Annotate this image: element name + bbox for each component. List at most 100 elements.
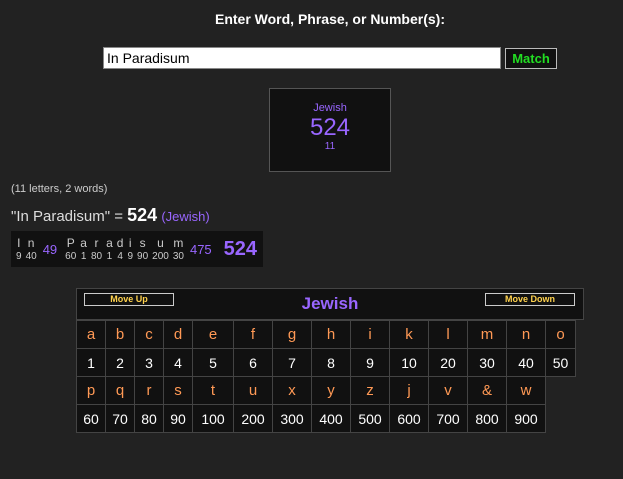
chart-letter: s xyxy=(163,376,193,405)
chart-letter: y xyxy=(311,376,351,405)
letter-value: 200 xyxy=(152,250,169,262)
cipher-chart-header: Move Up Jewish Move Down xyxy=(76,288,584,320)
chart-letter: m xyxy=(467,320,507,349)
letter-char: r xyxy=(94,235,99,250)
cipher-summary-box[interactable]: Jewish 524 11 xyxy=(269,88,391,172)
letter-char: I xyxy=(17,235,21,250)
chart-letter: c xyxy=(134,320,164,349)
chart-value: 40 xyxy=(506,348,546,377)
letter-value: 4 xyxy=(117,250,123,262)
cipher-chart-table: a b c d e f g h i k l m n o 1 2 3 4 5 6 … xyxy=(76,320,576,433)
letter-char: m xyxy=(173,235,184,250)
chart-value: 80 xyxy=(134,404,164,433)
chart-letter: l xyxy=(428,320,468,349)
letter-value: 30 xyxy=(172,250,184,262)
grand-total: 524 xyxy=(223,237,258,260)
letter-value: 1 xyxy=(80,250,87,262)
chart-letter: q xyxy=(105,376,135,405)
letter-char: n xyxy=(27,235,35,250)
chart-letter: i xyxy=(350,320,390,349)
letter-value: 1 xyxy=(106,250,113,262)
chart-letter: r xyxy=(134,376,164,405)
letter-cell: r 80 xyxy=(91,236,102,263)
cipher-total: 524 xyxy=(309,114,351,141)
letter-value: 80 xyxy=(90,250,103,262)
cipher-name: Jewish xyxy=(313,102,347,114)
letter-char: s xyxy=(139,235,146,250)
word-2-total: 475 xyxy=(189,241,212,257)
chart-value: 2 xyxy=(105,348,135,377)
letter-cell: I9 xyxy=(16,236,22,263)
value-row-1: 1 2 3 4 5 6 7 8 9 10 20 30 40 50 xyxy=(76,348,576,377)
chart-value: 20 xyxy=(428,348,468,377)
summary-cipher: (Jewish) xyxy=(161,209,210,224)
chart-letter: x xyxy=(272,376,312,405)
result-summary: "In Paradisum" = 524 (Jewish) xyxy=(11,205,210,226)
letter-cell: a1 xyxy=(80,236,87,263)
letter-word-stats: (11 letters, 2 words) xyxy=(11,183,108,195)
letter-cell: u 200 xyxy=(152,236,169,263)
chart-value: 400 xyxy=(311,404,351,433)
chart-letter: n xyxy=(506,320,546,349)
chart-letter: g xyxy=(272,320,312,349)
chart-letter: e xyxy=(192,320,234,349)
letter-value: 60 xyxy=(65,250,77,262)
chart-value: 50 xyxy=(545,348,576,377)
chart-value: 200 xyxy=(233,404,273,433)
prompt-heading: Enter Word, Phrase, or Number(s): xyxy=(214,11,445,27)
chart-letter: h xyxy=(311,320,351,349)
letter-value: 9 xyxy=(16,250,22,262)
letter-char: P xyxy=(66,235,75,250)
chart-value: 8 xyxy=(311,348,351,377)
chart-value: 1 xyxy=(76,348,106,377)
chart-letter: f xyxy=(233,320,273,349)
letter-row-2: p q r s t u x y z j v & w xyxy=(76,376,576,405)
chart-value: 30 xyxy=(467,348,507,377)
summary-phrase: "In Paradisum" = xyxy=(11,208,128,225)
move-down-button[interactable]: Move Down xyxy=(485,293,575,306)
letter-char: a xyxy=(106,235,113,250)
chart-value: 5 xyxy=(192,348,234,377)
match-button[interactable]: Match xyxy=(505,48,557,69)
phrase-input[interactable] xyxy=(103,47,501,69)
letter-cell: n 40 xyxy=(26,236,37,263)
chart-value: 500 xyxy=(350,404,390,433)
chart-value: 700 xyxy=(428,404,468,433)
chart-value: 4 xyxy=(163,348,193,377)
chart-letter: t xyxy=(192,376,234,405)
chart-value: 3 xyxy=(134,348,164,377)
chart-value: 100 xyxy=(192,404,234,433)
letter-char: i xyxy=(128,235,132,250)
chart-value: 800 xyxy=(467,404,507,433)
letter-breakdown: I9 n 40 49 P 60 a1 r 80 a1 d4 i9 s 90 u 200 m… xyxy=(11,231,264,267)
chart-value: 9 xyxy=(350,348,390,377)
letter-char: d xyxy=(116,235,124,250)
chart-value: 600 xyxy=(389,404,429,433)
word-1: I9 n 40 xyxy=(14,236,39,263)
letter-cell: s 90 xyxy=(137,236,148,263)
letter-cell: a1 xyxy=(106,236,113,263)
chart-letter: a xyxy=(76,320,106,349)
chart-letter: k xyxy=(389,320,429,349)
chart-value: 6 xyxy=(233,348,273,377)
value-row-2: 60 70 80 90 100 200 300 400 500 600 700 … xyxy=(76,404,576,433)
chart-letter: o xyxy=(545,320,576,349)
letter-value: 40 xyxy=(25,250,37,262)
chart-value: 90 xyxy=(163,404,193,433)
chart-letter: v xyxy=(428,376,468,405)
chart-letter: & xyxy=(467,376,507,405)
chart-value: 70 xyxy=(105,404,135,433)
summary-value: 524 xyxy=(127,205,158,225)
letter-value: 90 xyxy=(137,250,149,262)
chart-letter: p xyxy=(76,376,106,405)
letter-cell: i9 xyxy=(127,236,133,263)
word-2: P 60 a1 r 80 a1 d4 i9 s 90 u 200 m 30 xyxy=(63,236,186,263)
letter-cell: m 30 xyxy=(173,236,184,263)
letter-char: a xyxy=(80,235,87,250)
chart-letter: d xyxy=(163,320,193,349)
chart-letter: z xyxy=(350,376,390,405)
letter-cell: d4 xyxy=(117,236,124,263)
chart-value: 900 xyxy=(506,404,546,433)
chart-value: 60 xyxy=(76,404,106,433)
letter-value: 9 xyxy=(127,250,134,262)
